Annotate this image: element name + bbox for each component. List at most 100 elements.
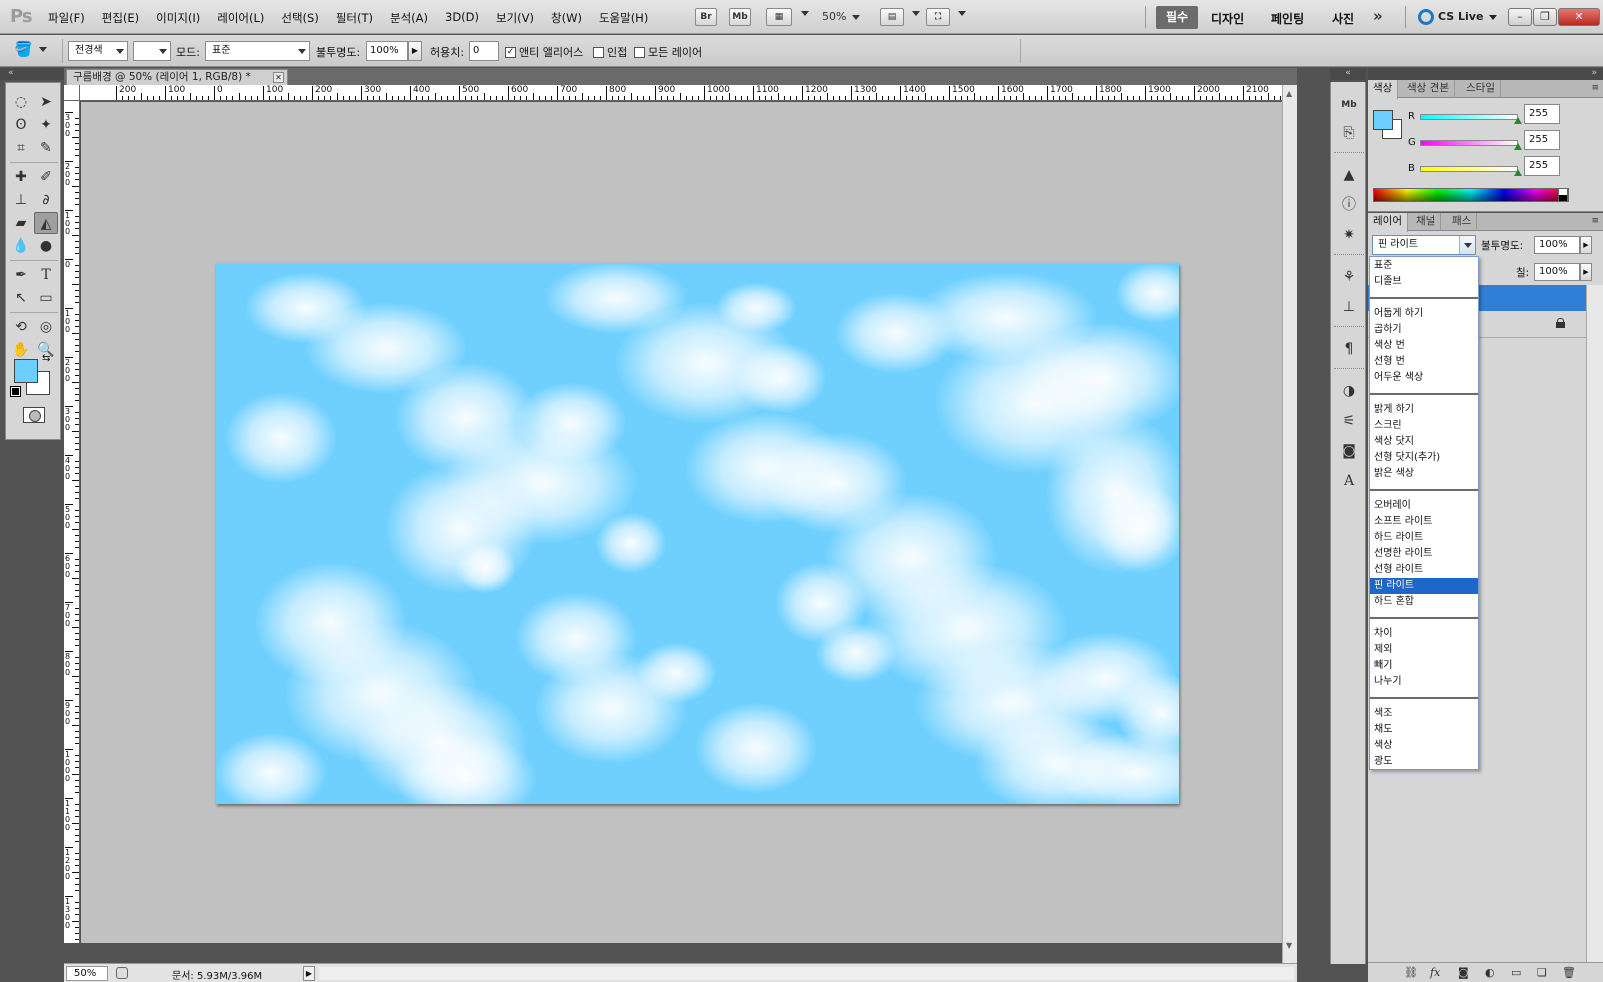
status-proof-icon[interactable] [116, 967, 128, 979]
crop-tool-icon[interactable]: ⌗ [9, 137, 33, 159]
blend-mode-option[interactable]: 빼기 [1370, 658, 1478, 674]
blend-mode-option[interactable]: 선명한 라이트 [1370, 546, 1478, 562]
blend-mode-option[interactable]: 밝은 색상 [1370, 466, 1478, 482]
eyedropper-tool-icon[interactable]: ✎ [34, 137, 58, 159]
menu-filter[interactable]: 필터(T) [336, 10, 373, 26]
blend-mode-option[interactable]: 곱하기 [1370, 322, 1478, 338]
new-group-icon[interactable]: ▭ [1511, 966, 1521, 979]
maximize-button[interactable]: ❐ [1533, 8, 1557, 26]
blend-mode-option[interactable]: 하드 혼합 [1370, 594, 1478, 610]
blend-mode-option[interactable]: 어둡게 하기 [1370, 306, 1478, 322]
path-selection-tool-icon[interactable]: ↖ [9, 287, 33, 309]
layers-scrollbar[interactable] [1586, 285, 1603, 970]
blend-mode-option[interactable]: 밝게 하기 [1370, 402, 1478, 418]
history-panel-icon[interactable]: ⎘ [1338, 122, 1360, 144]
blue-slider[interactable] [1420, 166, 1518, 172]
marquee-tool-icon[interactable]: ◌ [9, 91, 33, 113]
healing-brush-tool-icon[interactable]: ✚ [9, 166, 33, 188]
red-slider-handle[interactable] [1514, 117, 1522, 124]
scroll-up-icon[interactable]: ▲ [1286, 89, 1292, 98]
blue-value-input[interactable]: 255 [1524, 156, 1560, 176]
blend-mode-option[interactable]: 제외 [1370, 642, 1478, 658]
opacity-slider-button[interactable]: ▶ [408, 41, 422, 61]
blend-mode-option[interactable]: 색상 닷지 [1370, 434, 1478, 450]
blend-mode-option[interactable]: 디졸브 [1370, 274, 1478, 290]
adjustments-panel-icon[interactable]: ◑ [1338, 380, 1360, 402]
close-tab-icon[interactable]: ✕ [273, 72, 284, 83]
all-layers-checkbox[interactable]: 모든 레이어 [634, 44, 702, 60]
blend-mode-option[interactable]: 색상 [1370, 738, 1478, 754]
masks-panel-icon[interactable]: ◙ [1338, 440, 1360, 462]
vertical-ruler[interactable]: 300 200 100 0 100 200 300 400 500 600 700 800 900 100… [64, 101, 80, 943]
type-tool-icon[interactable]: T [34, 264, 58, 286]
brush-tool-icon[interactable]: ✐ [34, 166, 58, 188]
chevron-down-icon[interactable] [801, 11, 809, 16]
swap-colors-icon[interactable]: ⇆ [42, 353, 50, 364]
scroll-down-icon[interactable]: ▼ [1286, 941, 1292, 950]
magic-wand-tool-icon[interactable]: ✦ [34, 114, 58, 136]
blend-mode-option[interactable]: 선형 라이트 [1370, 562, 1478, 578]
tab-layers[interactable]: 레이어 [1368, 213, 1408, 232]
panels-collapse-bar[interactable]: » [1368, 68, 1603, 80]
pattern-picker[interactable] [133, 41, 171, 61]
workspace-painting[interactable]: 페인팅 [1271, 10, 1304, 27]
link-layers-icon[interactable]: ⛓ [1404, 966, 1418, 979]
cs-live-menu[interactable]: CS Live [1418, 9, 1498, 25]
workspace-design[interactable]: 디자인 [1211, 10, 1244, 27]
ruler-origin[interactable] [64, 85, 80, 101]
green-slider[interactable] [1420, 140, 1518, 146]
blend-mode-option[interactable]: 채도 [1370, 722, 1478, 738]
menu-file[interactable]: 파일(F) [48, 10, 85, 26]
clone-source-panel-icon[interactable]: ⊥ [1338, 296, 1360, 318]
paragraph-panel-icon[interactable]: ¶ [1338, 338, 1360, 360]
info-panel-icon[interactable]: ⓘ [1338, 194, 1360, 216]
history-brush-tool-icon[interactable]: ∂ [34, 189, 58, 211]
blend-mode-option[interactable]: 핀 라이트 [1370, 578, 1478, 594]
red-slider[interactable] [1420, 114, 1518, 120]
tolerance-input[interactable]: 0 [469, 41, 499, 61]
blue-slider-handle[interactable] [1514, 169, 1522, 176]
status-menu-arrow-icon[interactable]: ▶ [303, 966, 315, 981]
rectangle-tool-icon[interactable]: ▭ [34, 287, 58, 309]
3d-orbit-tool-icon[interactable]: ◎ [34, 316, 58, 338]
document-canvas[interactable] [216, 263, 1179, 804]
close-button[interactable]: ✕ [1558, 8, 1600, 26]
blur-tool-icon[interactable]: 💧 [9, 235, 33, 257]
navigator-panel-icon[interactable]: ✷ [1338, 224, 1360, 246]
blend-mode-select[interactable]: 핀 라이트 [1372, 235, 1476, 255]
3d-rotate-tool-icon[interactable]: ⟲ [9, 316, 33, 338]
horizontal-ruler[interactable]: 200 100 0 100 200 300 400 500 600 700 800 900 1000 11… [80, 85, 1282, 101]
layer-style-icon[interactable]: fx [1430, 966, 1440, 979]
chevron-down-icon[interactable] [912, 11, 920, 16]
clone-stamp-tool-icon[interactable]: ⊥ [9, 189, 33, 211]
document-tab[interactable]: 구름배경 @ 50% (레이어 1, RGB/8) * ✕ [66, 69, 288, 85]
new-layer-icon[interactable]: ❏ [1537, 966, 1547, 979]
blend-mode-option[interactable]: 차이 [1370, 626, 1478, 642]
zoom-level-menu[interactable]: 50% [822, 10, 861, 23]
green-slider-handle[interactable] [1514, 143, 1522, 150]
menu-help[interactable]: 도움말(H) [599, 10, 648, 26]
contiguous-checkbox[interactable]: 인접 [593, 44, 627, 60]
brush-panel-icon[interactable]: ⚟ [1338, 410, 1360, 432]
blend-mode-option[interactable]: 어두운 색상 [1370, 370, 1478, 386]
blend-mode-option[interactable]: 선형 닷지(추가) [1370, 450, 1478, 466]
menu-view[interactable]: 보기(V) [496, 10, 534, 26]
tab-channels[interactable]: 채널 [1411, 213, 1442, 231]
mode-select[interactable]: 표준 [205, 41, 310, 61]
tab-color[interactable]: 색상 [1368, 80, 1399, 99]
default-colors-icon[interactable] [10, 386, 21, 397]
paint-bucket-tool-icon[interactable]: ◭ [34, 212, 58, 234]
menu-select[interactable]: 선택(S) [281, 10, 318, 26]
blend-mode-option[interactable]: 하드 라이트 [1370, 530, 1478, 546]
status-zoom-field[interactable]: 50% [66, 966, 108, 981]
mini-bridge-panel-icon[interactable]: Mb [1338, 94, 1360, 116]
screen-mode-button[interactable]: ⛶ [926, 8, 950, 26]
pen-tool-icon[interactable]: ✒ [9, 264, 33, 286]
foreground-color-swatch[interactable] [14, 359, 38, 383]
dock-collapse-bar[interactable]: « [1330, 68, 1366, 80]
tab-paths[interactable]: 패스 [1447, 213, 1478, 231]
bridge-button[interactable]: Br [695, 8, 717, 26]
blend-mode-option[interactable]: 표준 [1370, 258, 1478, 274]
menu-analysis[interactable]: 분석(A) [390, 10, 428, 26]
black-white-swatch[interactable] [1558, 188, 1568, 202]
